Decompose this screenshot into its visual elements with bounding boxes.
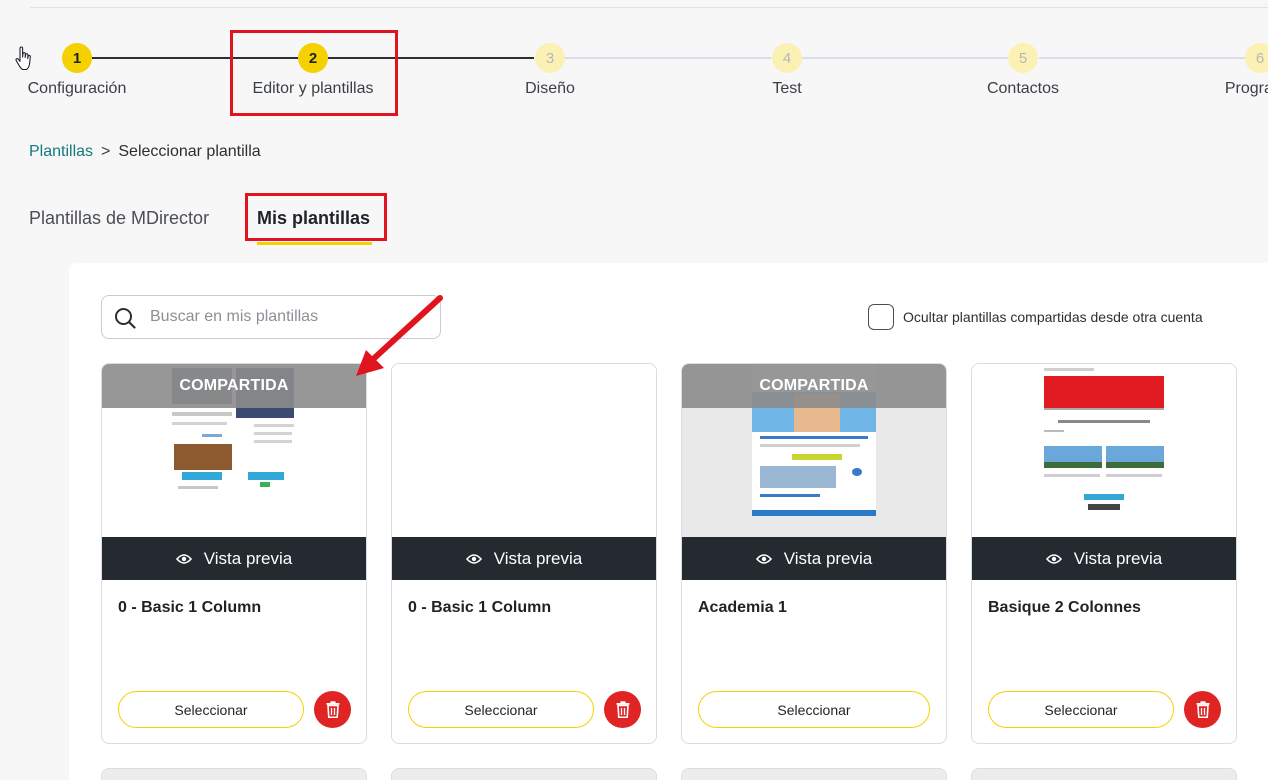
step-programacion[interactable]: 6 Programa	[1180, 40, 1268, 98]
template-thumbnail[interactable]	[972, 364, 1236, 537]
step-label: Contactos	[986, 80, 1060, 97]
step-number: 3	[535, 43, 565, 73]
template-card: COMPARTIDA Vista previa Academia 1 Selec…	[681, 363, 947, 744]
select-template-button[interactable]: Seleccionar	[988, 691, 1174, 728]
eye-icon	[175, 553, 192, 564]
delete-template-button[interactable]	[604, 691, 641, 728]
breadcrumb-current: Seleccionar plantilla	[118, 143, 261, 160]
shared-badge: COMPARTIDA	[102, 364, 366, 408]
template-card: Vista previa 0 - Basic 1 Column Seleccio…	[391, 363, 657, 744]
template-title: Academia 1	[698, 599, 787, 616]
step-test[interactable]: 4 Test	[707, 40, 867, 98]
template-card: COMPARTIDA Vista previa 0 - Basic 1 Colu…	[101, 363, 367, 744]
preview-button[interactable]: Vista previa	[102, 537, 366, 580]
breadcrumb-separator: >	[101, 143, 111, 160]
step-label: Configuración	[27, 80, 127, 97]
template-title: Basique 2 Colonnes	[988, 599, 1141, 616]
step-label: Programa	[1224, 80, 1268, 97]
step-number: 6	[1245, 43, 1268, 73]
template-card-next-row	[971, 768, 1237, 780]
preview-button[interactable]: Vista previa	[972, 537, 1236, 580]
step-label: Diseño	[525, 80, 575, 97]
search-icon	[115, 308, 136, 329]
hide-shared-label: Ocultar plantillas compartidas desde otr…	[903, 309, 1203, 325]
template-card-next-row	[681, 768, 947, 780]
template-card-next-row	[101, 768, 367, 780]
step-number: 4	[772, 43, 802, 73]
select-template-button[interactable]: Seleccionar	[408, 691, 594, 728]
trash-icon	[326, 701, 339, 718]
template-card-next-row	[391, 768, 657, 780]
template-thumbnail[interactable]	[392, 364, 656, 537]
tab-plantillas-mdirector[interactable]: Plantillas de MDirector	[29, 208, 209, 229]
shared-badge: COMPARTIDA	[682, 364, 946, 408]
preview-label: Vista previa	[203, 548, 293, 568]
preview-button[interactable]: Vista previa	[682, 537, 946, 580]
annotation-box-mis-plantillas	[245, 193, 387, 241]
annotation-box-editor-step	[230, 30, 398, 116]
active-tab-indicator	[257, 242, 372, 245]
top-divider	[30, 7, 1268, 8]
step-number: 1	[62, 43, 92, 73]
hide-shared-checkbox[interactable]	[868, 304, 894, 330]
step-diseno[interactable]: 3 Diseño	[470, 40, 630, 98]
preview-label: Vista previa	[1073, 548, 1163, 568]
delete-template-button[interactable]	[1184, 691, 1221, 728]
preview-label: Vista previa	[493, 548, 583, 568]
preview-label: Vista previa	[783, 548, 873, 568]
step-label: Test	[772, 80, 802, 97]
hide-shared-filter[interactable]: Ocultar plantillas compartidas desde otr…	[868, 304, 1203, 330]
trash-icon	[616, 701, 629, 718]
select-template-button[interactable]: Seleccionar	[698, 691, 930, 728]
breadcrumb-link-plantillas[interactable]: Plantillas	[29, 143, 93, 160]
hand-cursor-icon	[15, 46, 31, 71]
trash-icon	[1196, 701, 1209, 718]
preview-button[interactable]: Vista previa	[392, 537, 656, 580]
eye-icon	[755, 553, 772, 564]
breadcrumb: Plantillas > Seleccionar plantilla	[29, 143, 261, 161]
eye-icon	[1045, 553, 1062, 564]
delete-template-button[interactable]	[314, 691, 351, 728]
annotation-arrow	[356, 295, 443, 376]
template-title: 0 - Basic 1 Column	[408, 599, 552, 616]
eye-icon	[465, 553, 482, 564]
select-template-button[interactable]: Seleccionar	[118, 691, 304, 728]
template-card: Vista previa Basique 2 Colonnes Seleccio…	[971, 363, 1237, 744]
wizard-stepper: 1 Configuración 2 Editor y plantillas 3 …	[0, 40, 1268, 120]
template-title: 0 - Basic 1 Column	[118, 599, 262, 616]
step-number: 5	[1008, 43, 1038, 73]
step-contactos[interactable]: 5 Contactos	[943, 40, 1103, 98]
